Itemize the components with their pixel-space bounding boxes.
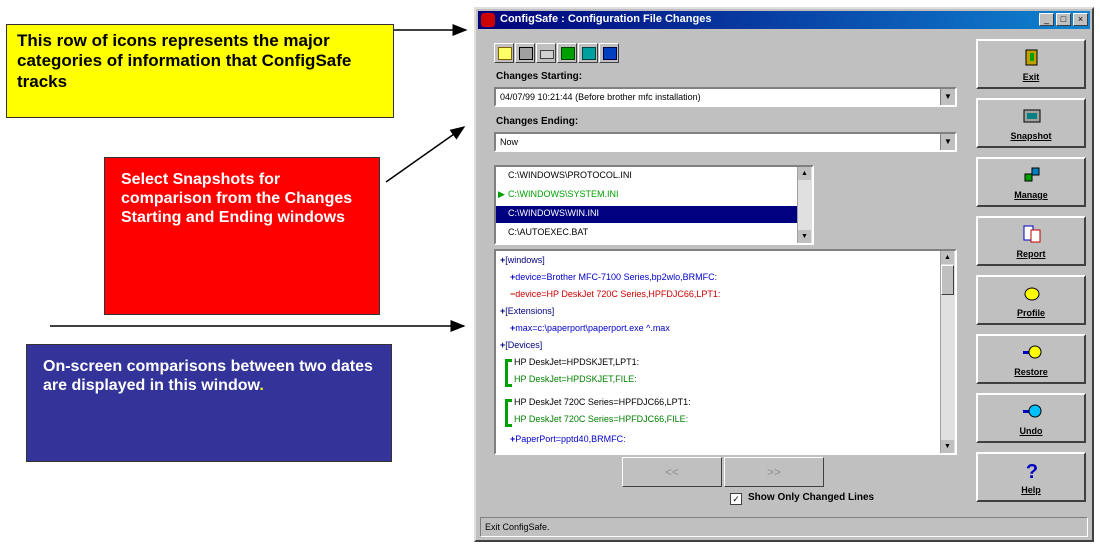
snapshot-icon	[1023, 109, 1041, 123]
manage-label: Manage	[1014, 190, 1048, 200]
restore-button[interactable]: Restore	[976, 334, 1086, 384]
arrow-snapshots	[385, 126, 466, 183]
svg-text:?: ?	[1026, 461, 1038, 480]
changes-starting-label: Changes Starting:	[496, 71, 583, 82]
exit-label: Exit	[1022, 72, 1040, 82]
restore-icon	[1023, 345, 1042, 359]
list-item[interactable]: C:\WINDOWS\SYSTEM.INI	[508, 189, 619, 199]
category-lock-button[interactable]	[599, 43, 619, 63]
diff-line: +device=Brother MFC-7100 Series,bp2wlo,B…	[510, 272, 718, 282]
exit-button[interactable]: Exit	[976, 39, 1086, 89]
software-icon	[582, 47, 596, 60]
diff-line: +[Extensions]	[500, 306, 555, 316]
scroll-down-icon[interactable]: ▼	[798, 230, 811, 243]
category-folder-button[interactable]	[494, 43, 514, 63]
close-button[interactable]: ×	[1073, 13, 1088, 26]
changes-starting-select[interactable]: 04/07/99 10:21:44 (Before brother mfc in…	[494, 87, 957, 107]
status-bar: Exit ConfigSafe.	[480, 517, 1088, 537]
diff-line: HP DeskJet=HPDSKJET,LPT1:	[514, 357, 640, 367]
report-label: Report	[1016, 249, 1046, 259]
report-icon	[1023, 225, 1041, 243]
change-bracket	[505, 399, 512, 427]
diff-line: HP DeskJet 720C Series=HPFDJC66,LPT1:	[514, 397, 691, 407]
snapshot-button[interactable]: Snapshot	[976, 98, 1086, 148]
diff-line: +[Devices]	[500, 340, 543, 350]
computer-icon	[519, 47, 533, 60]
undo-label: Undo	[1019, 426, 1043, 436]
profile-button[interactable]: Profile	[976, 275, 1086, 325]
diff-line: HP DeskJet 720C Series=HPFDJC66,FILE:	[514, 414, 689, 424]
help-button[interactable]: ? Help	[976, 452, 1086, 502]
category-software-button[interactable]	[578, 43, 598, 63]
snapshot-label: Snapshot	[1010, 131, 1052, 141]
undo-icon	[1023, 404, 1042, 418]
changes-ending-label: Changes Ending:	[496, 116, 579, 127]
category-network-button[interactable]	[557, 43, 577, 63]
diff-line: HP DeskJet=HPDSKJET,FILE:	[514, 374, 637, 384]
status-text: Exit ConfigSafe.	[485, 522, 550, 532]
diff-line: −device=HP DeskJet 720C Series,HPFDJC66,…	[510, 289, 721, 299]
minimize-button[interactable]: _	[1039, 13, 1054, 26]
configsafe-window: ConfigSafe : Configuration File Changes …	[474, 7, 1094, 542]
scroll-up-icon[interactable]: ▲	[798, 167, 811, 180]
help-label: Help	[1021, 485, 1041, 495]
changes-starting-value: 04/07/99 10:21:44 (Before brother mfc in…	[500, 92, 701, 102]
category-card-button[interactable]	[536, 43, 556, 63]
show-only-changed-label: Show Only Changed Lines	[748, 492, 875, 503]
list-item[interactable]: C:\AUTOEXEC.BAT	[508, 227, 588, 237]
change-bracket	[505, 359, 512, 387]
manage-icon	[1024, 167, 1040, 182]
diff-line: +PaperPort=pptd40,BRMFC:	[510, 434, 626, 444]
scroll-down-icon[interactable]: ▼	[941, 440, 954, 453]
card-icon	[540, 50, 554, 59]
chevron-down-icon[interactable]: ▼	[940, 134, 955, 150]
file-list[interactable]: C:\WINDOWS\PROTOCOL.INI ▶ C:\WINDOWS\SYS…	[494, 165, 814, 245]
exit-icon	[1025, 49, 1038, 66]
scroll-thumb[interactable]	[941, 265, 954, 295]
chevron-down-icon[interactable]: ▼	[940, 89, 955, 105]
category-computer-button[interactable]	[515, 43, 535, 63]
network-icon	[561, 47, 575, 60]
list-item[interactable]: C:\WINDOWS\PROTOCOL.INI	[508, 170, 632, 180]
profile-label: Profile	[1016, 308, 1045, 318]
previous-button[interactable]: <<	[622, 457, 722, 487]
maximize-button[interactable]: □	[1056, 13, 1071, 26]
next-button[interactable]: >>	[724, 457, 824, 487]
file-list-scrollbar[interactable]: ▲ ▼	[797, 167, 812, 243]
help-icon: ?	[1026, 461, 1038, 480]
restore-label: Restore	[1014, 367, 1048, 377]
profile-icon	[1024, 287, 1040, 301]
changes-ending-value: Now	[500, 137, 519, 147]
comparison-scrollbar[interactable]: ▲ ▼	[940, 251, 955, 453]
show-only-changed-checkbox[interactable]: ✓	[730, 493, 742, 505]
undo-button[interactable]: Undo	[976, 393, 1086, 443]
report-button[interactable]: Report	[976, 216, 1086, 266]
manage-button[interactable]: Manage	[976, 157, 1086, 207]
lock-icon	[603, 47, 617, 60]
title-bar[interactable]: ConfigSafe : Configuration File Changes …	[478, 11, 1090, 29]
changes-ending-select[interactable]: Now ▼	[494, 132, 957, 152]
diff-line: +[windows]	[500, 255, 545, 265]
folder-icon	[498, 47, 512, 60]
window-title: ConfigSafe : Configuration File Changes	[500, 13, 712, 25]
diff-line: +max=c:\paperport\paperport.exe ^.max	[510, 323, 670, 333]
scroll-up-icon[interactable]: ▲	[941, 251, 954, 264]
app-logo-icon	[481, 13, 495, 27]
play-marker-icon: ▶	[498, 189, 505, 199]
list-item[interactable]: C:\WINDOWS\WIN.INI	[508, 208, 599, 218]
comparison-pane[interactable]: +[windows] +device=Brother MFC-7100 Seri…	[494, 249, 957, 455]
